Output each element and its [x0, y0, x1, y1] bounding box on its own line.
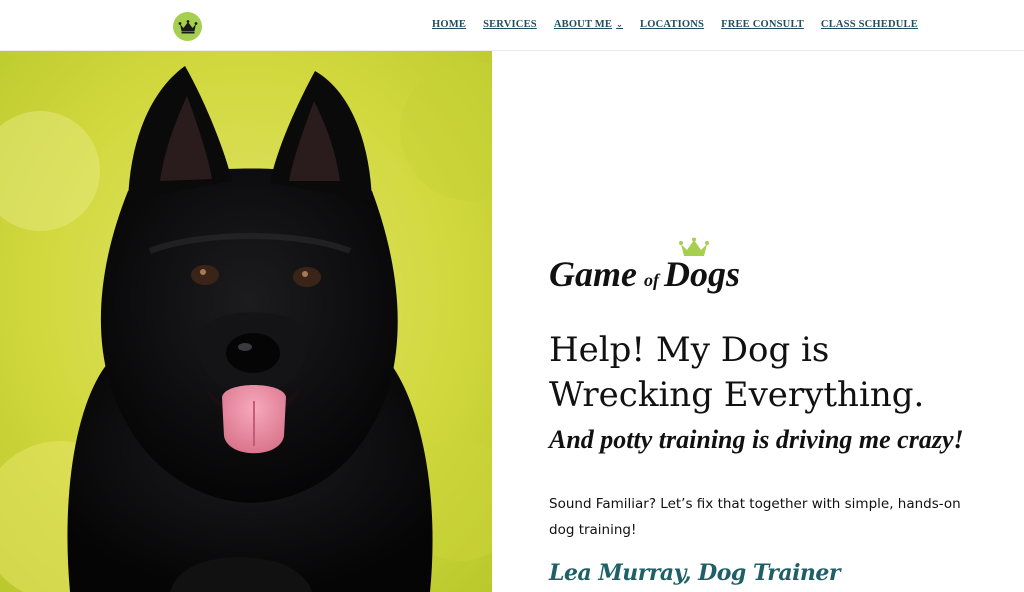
nav-services-label: SERVICES	[483, 19, 537, 30]
nav-locations[interactable]: LOCATIONS	[640, 19, 704, 30]
dog-photo	[0, 51, 492, 592]
nav-about-me[interactable]: ABOUT ME ⌄	[554, 19, 623, 30]
crown-icon	[178, 19, 197, 33]
hero-body: Sound Familiar? Let’s fix that together …	[549, 496, 961, 538]
nav-class-schedule-label: CLASS SCHEDULE	[820, 19, 918, 30]
nav-free-consult-label: FREE CONSULT	[721, 19, 804, 30]
game-of-dogs-logo: Game of Dogs	[549, 237, 740, 294]
nav-home[interactable]: HOME	[432, 19, 466, 30]
trainer-signature: Lea Murray, Dog Trainer	[549, 560, 841, 586]
chevron-down-icon: ⌄	[616, 20, 624, 29]
nav-services[interactable]: SERVICES	[483, 19, 537, 30]
brand-game: Game	[549, 254, 637, 294]
site-header: HOME SERVICES ABOUT ME ⌄ LOCATIONS FREE C…	[0, 0, 1024, 51]
nav-home-label: HOME	[432, 19, 467, 30]
nav-about-me-label: ABOUT ME	[553, 19, 613, 30]
brand-logo: Game of Dogs	[549, 236, 769, 306]
nav-class-schedule[interactable]: CLASS SCHEDULE	[821, 19, 918, 30]
hero-headline: Help! My Dog is Wrecking Everything.	[549, 330, 925, 415]
hero-dog-image	[0, 51, 492, 592]
site-logo[interactable]	[173, 12, 202, 41]
hero-subhead: And potty training is driving me crazy!	[549, 425, 964, 454]
nav-locations-label: LOCATIONS	[640, 19, 705, 30]
brand-dogs: Dogs	[663, 254, 740, 294]
brand-of: of	[644, 270, 661, 290]
main-nav: HOME SERVICES ABOUT ME ⌄ LOCATIONS FREE C…	[432, 19, 918, 30]
nav-free-consult[interactable]: FREE CONSULT	[721, 19, 804, 30]
